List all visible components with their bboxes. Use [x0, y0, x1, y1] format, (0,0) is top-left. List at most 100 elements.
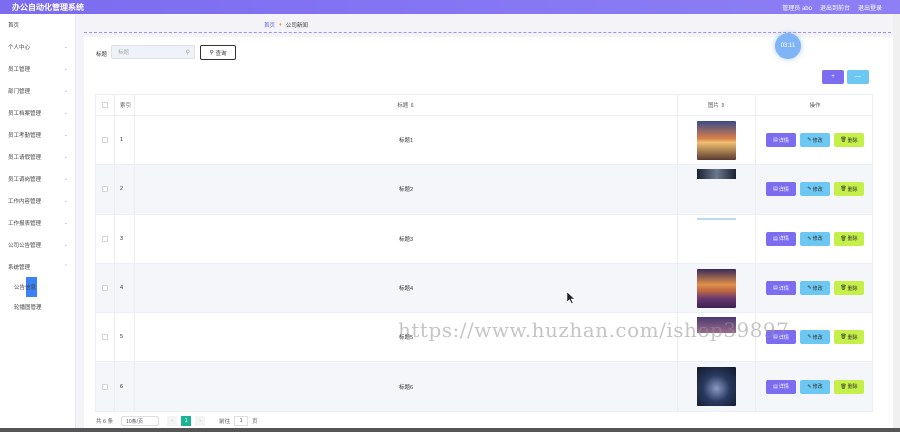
next-page-button[interactable]: ›: [195, 416, 206, 426]
sidebar-item-staff[interactable]: 员工管理 ⌄: [0, 62, 76, 76]
edit-label: 修改: [812, 186, 823, 193]
edit-button[interactable]: ✎ 修改: [800, 330, 830, 345]
thumbnail-image: [697, 268, 736, 308]
row-actions: ▤ 详情 ✎ 修改 🗑 删除: [756, 362, 874, 410]
current-user: 管理员 abo: [782, 5, 812, 12]
row-image-cell: [678, 263, 756, 313]
pencil-icon: ✎: [807, 186, 812, 193]
query-button[interactable]: ⚲ 查询: [200, 45, 236, 60]
search-input[interactable]: 标题 ⚲: [111, 45, 195, 59]
page-size-select[interactable]: 10条/页: [121, 416, 160, 426]
mouse-cursor-icon: [567, 292, 575, 304]
detail-label: 详情: [778, 236, 789, 243]
sidebar-item-label: 员工管理: [8, 67, 31, 73]
pager-total: 共 6 条: [96, 419, 114, 425]
sidebar-item-home[interactable]: 首页: [0, 18, 76, 32]
row-check-cell: [96, 313, 115, 362]
thumbnail-image: [697, 217, 736, 220]
row-image-cell: [678, 214, 756, 263]
edit-button[interactable]: ✎ 修改: [800, 231, 830, 246]
sidebar-item-personal[interactable]: 个人中心 ⌄: [0, 40, 76, 54]
sidebar-item-label: 工作内容管理: [8, 199, 42, 205]
header-image[interactable]: 图片 ⇕: [678, 95, 756, 115]
page-scrollbar[interactable]: [893, 14, 900, 428]
breadcrumb-separator-icon: ♦: [279, 22, 282, 28]
row-image-cell: [678, 116, 756, 165]
trash-icon: 🗑: [840, 235, 847, 242]
delete-label: 删除: [847, 137, 858, 144]
chevron-down-icon: ⌄: [63, 110, 68, 116]
row-check-cell: [96, 263, 115, 313]
detail-button[interactable]: ▤ 详情: [766, 281, 796, 296]
data-table: 索引 标题 ⇕ 图片 ⇕ 操作 1 标题1 ▤ 详情 ✎ 修改 🗑 删除 2 标题2 …: [95, 94, 873, 412]
sidebar-item-leave[interactable]: 员工请假管理 ⌄: [0, 150, 76, 164]
document-icon: ▤: [773, 285, 778, 292]
sidebar-item-work-content[interactable]: 工作内容管理 ⌄: [0, 194, 76, 208]
detail-button[interactable]: ▤ 详情: [766, 182, 796, 197]
header-ops: 操作: [809, 103, 821, 109]
sidebar-item-label: 公司公告管理: [8, 243, 42, 249]
row-title: 标题2: [135, 165, 678, 214]
pencil-icon: ✎: [807, 383, 812, 390]
divider: [84, 32, 896, 33]
edit-button[interactable]: ✎ 修改: [800, 379, 830, 394]
header-title[interactable]: 标题 ⇕: [135, 95, 678, 115]
chevron-down-icon: ⌄: [63, 220, 68, 226]
table-row: 2 标题2 ▤ 详情 ✎ 修改 🗑 删除: [95, 165, 873, 215]
select-all-checkbox[interactable]: [102, 102, 108, 108]
sidebar-item-label: 工作报表管理: [8, 221, 42, 227]
detail-button[interactable]: ▤ 详情: [766, 231, 796, 246]
sidebar-item-work-report[interactable]: 工作报表管理 ⌄: [0, 216, 76, 230]
delete-label: 删除: [847, 334, 858, 341]
detail-button[interactable]: ▤ 详情: [766, 379, 796, 394]
row-checkbox[interactable]: [102, 383, 108, 390]
submenu-item-carousel[interactable]: 轮播图管理: [14, 303, 42, 311]
sidebar-item-notice[interactable]: 公司公告管理 ⌄: [0, 238, 76, 252]
delete-button[interactable]: 🗑 删除: [834, 133, 864, 148]
edit-button[interactable]: ✎ 修改: [800, 182, 830, 197]
page-number-active[interactable]: 1: [181, 416, 192, 426]
row-checkbox[interactable]: [102, 285, 108, 292]
delete-button[interactable]: 🗑 删除: [834, 379, 864, 394]
thumbnail-image: [697, 367, 736, 407]
delete-button[interactable]: 🗑 删除: [834, 330, 864, 345]
delete-button[interactable]: 🗑 删除: [834, 182, 864, 197]
sidebar-item-system[interactable]: 系统管理 ⌃: [0, 260, 76, 274]
sidebar-item-attendance[interactable]: 员工考勤管理 ⌄: [0, 128, 76, 142]
search-label: 标题: [96, 52, 108, 58]
delete-button[interactable]: 🗑 删除: [834, 231, 864, 246]
prev-page-button[interactable]: ‹: [167, 416, 178, 426]
row-checkbox[interactable]: [102, 235, 108, 242]
sidebar-item-label: 员工档案管理: [8, 111, 42, 117]
edit-button[interactable]: ✎ 修改: [800, 281, 830, 296]
sidebar-item-archive[interactable]: 员工档案管理 ⌄: [0, 106, 76, 120]
delete-label: 删除: [847, 285, 858, 292]
trash-icon: 🗑: [840, 137, 847, 144]
sidebar-item-dept[interactable]: 部门管理 ⌄: [0, 84, 76, 98]
chevron-down-icon: ⌄: [63, 44, 68, 50]
edit-button[interactable]: ✎ 修改: [800, 133, 830, 148]
logout-link[interactable]: 退出登录: [858, 3, 882, 12]
sidebar-item-transfer[interactable]: 员工调岗管理 ⌄: [0, 172, 76, 186]
row-checkbox[interactable]: [102, 186, 108, 193]
submenu-item-notice-info[interactable]: 公告信息: [14, 283, 36, 291]
chevron-down-icon: ⌄: [63, 88, 68, 94]
back-to-front-link[interactable]: 退出到前台: [820, 3, 850, 12]
thumbnail-image: [697, 120, 736, 160]
batch-delete-button[interactable]: —: [847, 70, 869, 84]
breadcrumb-home[interactable]: 首页: [264, 21, 275, 29]
pencil-icon: ✎: [807, 334, 812, 341]
row-check-cell: [96, 116, 115, 165]
sidebar: 首页 个人中心 ⌄ 员工管理 ⌄ 部门管理 ⌄ 员工档案管理 ⌄ 员工考勤管理 ⌄ 员工请…: [0, 14, 76, 432]
add-button[interactable]: +: [822, 70, 844, 84]
page-unit: 页: [252, 419, 258, 425]
top-bar: 办公自动化管理系统 管理员 abo 退出到前台 退出登录: [0, 0, 900, 14]
row-checkbox[interactable]: [102, 137, 108, 144]
row-checkbox[interactable]: [102, 334, 108, 341]
goto-page-input[interactable]: 1: [234, 416, 249, 426]
detail-button[interactable]: ▤ 详情: [766, 133, 796, 148]
table-row: 3 标题3 ▤ 详情 ✎ 修改 🗑 删除: [95, 214, 873, 264]
app-title: 办公自动化管理系统: [12, 2, 84, 12]
breadcrumb: 首页 ♦ 公司新闻: [264, 21, 308, 29]
delete-button[interactable]: 🗑 删除: [834, 281, 864, 296]
